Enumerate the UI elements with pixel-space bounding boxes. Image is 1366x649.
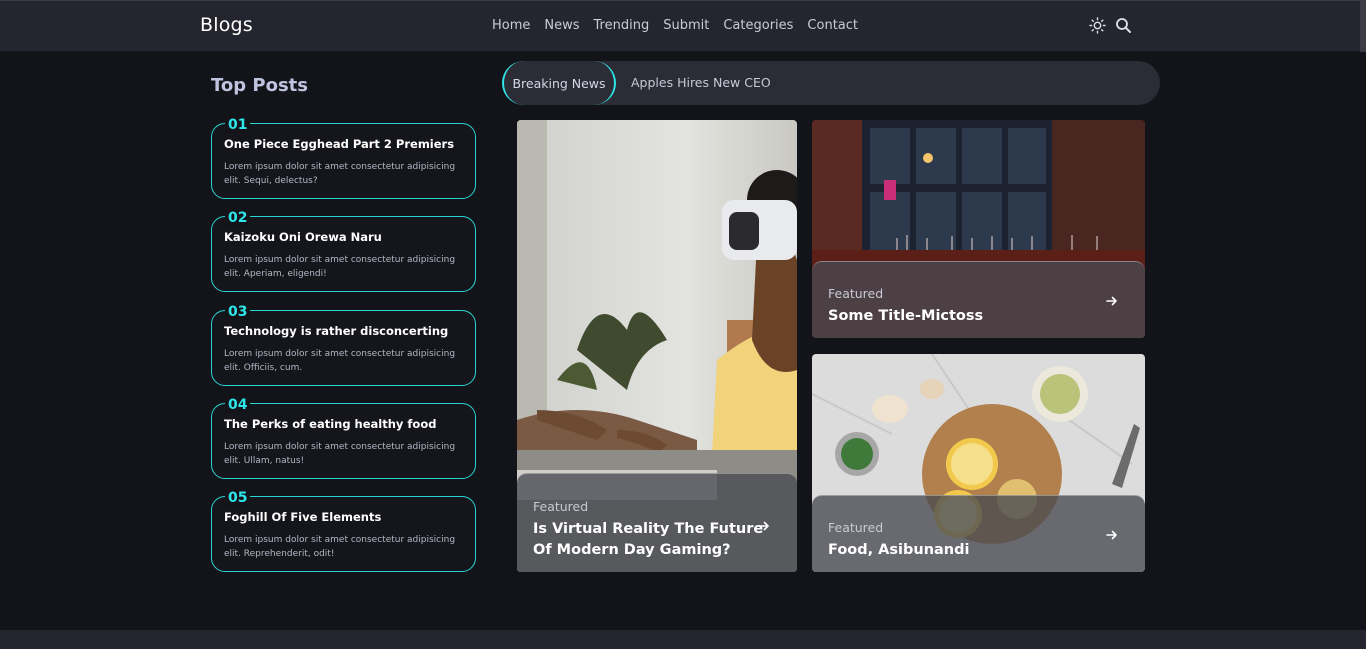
post-description: Lorem ipsum dolor sit amet consectetur a… (224, 255, 456, 279)
post-description: Lorem ipsum dolor sit amet consectetur a… (224, 349, 456, 373)
featured-overlay: Featured Is Virtual Reality The Future O… (517, 473, 797, 572)
post-title: One Piece Egghead Part 2 Premiers (224, 137, 455, 151)
top-post-card[interactable]: 05 Foghill Of Five Elements Lorem ipsum … (211, 490, 476, 572)
brand-logo[interactable]: Blogs (200, 14, 253, 36)
featured-title-line: Of Modern Day Gaming? (533, 542, 731, 558)
featured-kicker: Featured (533, 499, 589, 514)
nav-contact[interactable]: Contact (807, 18, 858, 33)
featured-overlay: Featured Some Title-Mictoss (812, 261, 1145, 338)
post-title: The Perks of eating healthy food (224, 417, 437, 431)
featured-card-food[interactable]: Featured Food, Asibunandi (812, 354, 1145, 572)
featured-kicker: Featured (828, 286, 884, 301)
nav-home[interactable]: Home (492, 18, 530, 33)
nav-categories[interactable]: Categories (723, 18, 793, 33)
post-number: 05 (225, 490, 251, 506)
header-icons (1089, 17, 1132, 34)
post-title: Kaizoku Oni Orewa Naru (224, 230, 382, 244)
post-number: 04 (225, 397, 251, 413)
post-number: 01 (225, 117, 251, 133)
breaking-headline[interactable]: Apples Hires New CEO (631, 75, 771, 90)
sun-icon[interactable] (1089, 17, 1106, 34)
featured-title-line: Is Virtual Reality The Future (533, 521, 764, 537)
nav-news[interactable]: News (544, 18, 579, 33)
featured-card-vr[interactable]: Featured Is Virtual Reality The Future O… (517, 120, 797, 572)
search-icon[interactable] (1115, 17, 1132, 34)
post-title: Technology is rather disconcerting (224, 324, 449, 338)
post-title: Foghill Of Five Elements (224, 510, 382, 524)
post-number: 03 (225, 304, 251, 320)
arrow-right-icon[interactable] (1105, 527, 1119, 541)
top-post-card[interactable]: 03 Technology is rather disconcerting Lo… (211, 304, 476, 386)
post-description: Lorem ipsum dolor sit amet consectetur a… (224, 442, 456, 466)
top-post-card[interactable]: 01 One Piece Egghead Part 2 Premiers Lor… (211, 117, 476, 199)
post-description: Lorem ipsum dolor sit amet consectetur a… (224, 162, 456, 186)
scrollbar[interactable] (1360, 1, 1366, 52)
post-description: Lorem ipsum dolor sit amet consectetur a… (224, 535, 456, 559)
top-navbar: Blogs Home News Trending Submit Categori… (0, 0, 1366, 52)
featured-title: Food, Asibunandi (828, 542, 970, 558)
breaking-news-label: Breaking News (502, 61, 616, 105)
featured-kicker: Featured (828, 520, 884, 535)
top-post-card[interactable]: 02 Kaizoku Oni Orewa Naru Lorem ipsum do… (211, 210, 476, 292)
arrow-right-icon[interactable] (757, 518, 771, 532)
featured-title: Some Title-Mictoss (828, 308, 984, 324)
main-nav: Home News Trending Submit Categories Con… (492, 18, 858, 33)
breaking-news-bar: Breaking News Apples Hires New CEO (502, 61, 1160, 105)
featured-title: Is Virtual Reality The Future Of Modern … (533, 519, 763, 561)
nav-submit[interactable]: Submit (663, 18, 709, 33)
top-post-card[interactable]: 04 The Perks of eating healthy food Lore… (211, 397, 476, 479)
top-posts-heading: Top Posts (211, 75, 308, 96)
post-number: 02 (225, 210, 251, 226)
nav-trending[interactable]: Trending (594, 18, 650, 33)
arrow-right-icon[interactable] (1105, 293, 1119, 307)
footer (0, 630, 1366, 649)
featured-overlay: Featured Food, Asibunandi (812, 495, 1145, 572)
featured-card-restaurant[interactable]: Featured Some Title-Mictoss (812, 120, 1145, 338)
